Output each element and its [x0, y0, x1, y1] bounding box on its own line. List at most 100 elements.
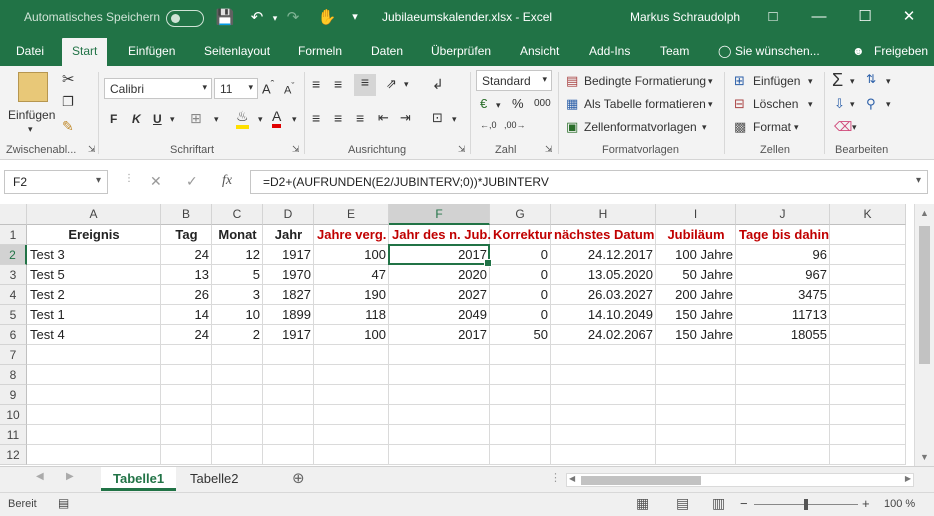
insert-cells-button[interactable]: Einfügen	[753, 74, 800, 88]
cell-d8[interactable]	[263, 365, 314, 385]
font-launcher-icon[interactable]: ⇲	[292, 144, 300, 155]
data-cell-h6[interactable]: 24.02.2067	[551, 325, 656, 345]
column-header-e[interactable]: E	[314, 204, 389, 225]
data-cell-g2[interactable]: 0	[490, 245, 551, 265]
currency-dropdown-icon[interactable]: ▾	[496, 100, 501, 111]
data-cell-i5[interactable]: 150 Jahre	[656, 305, 736, 325]
copy-icon[interactable]: ❐	[62, 94, 74, 110]
column-header-j[interactable]: J	[736, 204, 830, 225]
delete-cells-button[interactable]: Löschen	[753, 97, 798, 111]
cell-k6[interactable]	[830, 325, 906, 345]
horizontal-scrollbar[interactable]: ◀ ▶	[566, 473, 914, 487]
row-header-2[interactable]: 2	[0, 245, 27, 265]
data-cell-b5[interactable]: 14	[161, 305, 212, 325]
data-cell-d4[interactable]: 1827	[263, 285, 314, 305]
align-right-icon[interactable]: ≡	[356, 110, 364, 126]
decrease-decimal-icon[interactable]: ,00→	[504, 120, 526, 130]
orientation-icon[interactable]: ⇗	[386, 76, 397, 92]
cell-j12[interactable]	[736, 445, 830, 465]
macro-record-icon[interactable]: ▤	[58, 496, 69, 510]
format-as-table-icon[interactable]: ▦	[566, 96, 578, 112]
cell-h10[interactable]	[551, 405, 656, 425]
merge-dropdown-icon[interactable]: ▾	[452, 114, 457, 125]
cell-d12[interactable]	[263, 445, 314, 465]
format-painter-icon[interactable]: ✎	[62, 118, 74, 135]
data-cell-j6[interactable]: 18055	[736, 325, 830, 345]
column-header-k[interactable]: K	[830, 204, 906, 225]
data-cell-b4[interactable]: 26	[161, 285, 212, 305]
increase-indent-icon[interactable]: ⇥	[400, 110, 411, 126]
data-cell-j4[interactable]: 3475	[736, 285, 830, 305]
tab-einfuegen[interactable]: Einfügen	[128, 44, 175, 58]
cell-f7[interactable]	[389, 345, 490, 365]
cell-j7[interactable]	[736, 345, 830, 365]
percent-icon[interactable]: %	[512, 96, 524, 111]
find-dropdown-icon[interactable]: ▾	[886, 99, 891, 110]
tab-seitenlayout[interactable]: Seitenlayout	[204, 44, 270, 58]
cell-a7[interactable]	[27, 345, 161, 365]
cell-i9[interactable]	[656, 385, 736, 405]
tab-add-ins[interactable]: Add-Ins	[589, 44, 630, 58]
chevron-down-icon[interactable]: ▾	[808, 99, 813, 110]
column-header-b[interactable]: B	[161, 204, 212, 225]
cancel-icon[interactable]: ✕	[150, 173, 162, 190]
column-header-i[interactable]: I	[656, 204, 736, 225]
italic-button[interactable]: K	[132, 112, 141, 126]
cell-k4[interactable]	[830, 285, 906, 305]
data-cell-b2[interactable]: 24	[161, 245, 212, 265]
data-cell-a2[interactable]: Test 3	[27, 245, 161, 265]
data-cell-j3[interactable]: 967	[736, 265, 830, 285]
enter-icon[interactable]: ✓	[186, 173, 198, 190]
cell-k10[interactable]	[830, 405, 906, 425]
data-cell-i3[interactable]: 50 Jahre	[656, 265, 736, 285]
data-cell-e2[interactable]: 100	[314, 245, 389, 265]
cell-b10[interactable]	[161, 405, 212, 425]
cell-b11[interactable]	[161, 425, 212, 445]
decrease-indent-icon[interactable]: ⇤	[378, 110, 389, 126]
cell-j11[interactable]	[736, 425, 830, 445]
format-as-table-button[interactable]: Als Tabelle formatieren	[584, 97, 706, 111]
data-cell-b3[interactable]: 13	[161, 265, 212, 285]
row-header-12[interactable]: 12	[0, 445, 27, 465]
row-header-1[interactable]: 1	[0, 225, 27, 245]
data-cell-i6[interactable]: 150 Jahre	[656, 325, 736, 345]
cell-g10[interactable]	[490, 405, 551, 425]
data-cell-i2[interactable]: 100 Jahre	[656, 245, 736, 265]
font-size-dropdown[interactable]: 11 ▾	[214, 78, 258, 99]
cell-c11[interactable]	[212, 425, 263, 445]
paste-icon[interactable]	[18, 72, 48, 102]
conditional-format-button[interactable]: Bedingte Formatierung	[584, 74, 706, 88]
name-box[interactable]: F2 ▾	[4, 170, 108, 194]
data-cell-f3[interactable]: 2020	[389, 265, 490, 285]
page-break-view-icon[interactable]: ▥	[712, 495, 725, 512]
orientation-dropdown-icon[interactable]: ▾	[404, 79, 409, 90]
data-cell-j2[interactable]: 96	[736, 245, 830, 265]
cell-k3[interactable]	[830, 265, 906, 285]
increase-decimal-icon[interactable]: ←,0	[480, 120, 497, 130]
cell-b8[interactable]	[161, 365, 212, 385]
data-cell-d2[interactable]: 1917	[263, 245, 314, 265]
customize-qat-icon[interactable]: ▾	[344, 10, 366, 23]
cell-a12[interactable]	[27, 445, 161, 465]
cell-k12[interactable]	[830, 445, 906, 465]
cell-j9[interactable]	[736, 385, 830, 405]
cell-h7[interactable]	[551, 345, 656, 365]
cell-c7[interactable]	[212, 345, 263, 365]
tab-daten[interactable]: Daten	[371, 44, 403, 58]
font-name-dropdown[interactable]: Calibri ▾	[104, 78, 212, 99]
autosum-icon[interactable]: Σ	[832, 70, 843, 91]
user-name[interactable]: Markus Schraudolph	[630, 10, 740, 24]
cell-k2[interactable]	[830, 245, 906, 265]
zoom-slider-thumb[interactable]	[804, 499, 808, 510]
align-left-icon[interactable]: ≡	[312, 110, 320, 126]
cell-styles-icon[interactable]: ▣	[566, 119, 578, 135]
share-button[interactable]: Freigeben	[874, 44, 928, 58]
cell-g8[interactable]	[490, 365, 551, 385]
tab-start[interactable]: Start	[62, 38, 108, 66]
format-cells-button[interactable]: Format	[753, 120, 791, 134]
data-cell-c4[interactable]: 3	[212, 285, 263, 305]
cell-i12[interactable]	[656, 445, 736, 465]
prev-sheet-icon[interactable]: ◀	[24, 467, 56, 491]
data-cell-g3[interactable]: 0	[490, 265, 551, 285]
chevron-down-icon[interactable]: ▾	[708, 76, 713, 87]
